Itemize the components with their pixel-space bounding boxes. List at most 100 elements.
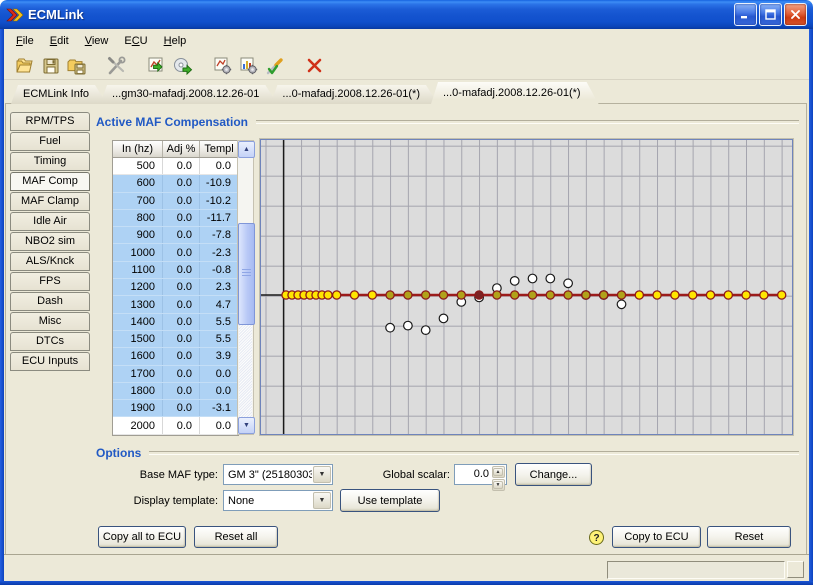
menu-ecu[interactable]: ECU xyxy=(116,33,155,49)
adjustment-point[interactable] xyxy=(404,291,412,299)
menu-view[interactable]: View xyxy=(77,33,117,49)
sidebar-item-fuel[interactable]: Fuel xyxy=(10,132,90,151)
sidebar-item-fps[interactable]: FPS xyxy=(10,272,90,291)
log-settings-icon[interactable] xyxy=(212,55,234,77)
adjustment-point[interactable] xyxy=(422,291,430,299)
adjustment-point[interactable] xyxy=(324,291,332,299)
export-log-icon[interactable] xyxy=(146,55,168,77)
read-ecu-icon[interactable] xyxy=(172,55,194,77)
maf-row-1000[interactable]: 10000.0-2.3 xyxy=(113,244,238,261)
base-maf-type-select[interactable]: GM 3" (25180303) ▼ xyxy=(223,464,333,485)
global-scalar-value[interactable]: 0.0 xyxy=(455,465,492,484)
maf-row-2000[interactable]: 20000.00.0 xyxy=(113,417,238,434)
adjustment-point[interactable] xyxy=(386,291,394,299)
sidebar-item-dash[interactable]: Dash xyxy=(10,292,90,311)
titlebar[interactable]: ECMLink xyxy=(0,0,813,29)
adjustment-point[interactable] xyxy=(724,291,732,299)
display-settings-icon[interactable] xyxy=(238,55,260,77)
adjustment-point[interactable] xyxy=(742,291,750,299)
maf-chart-plot[interactable] xyxy=(261,140,792,434)
adjustment-point[interactable] xyxy=(528,291,536,299)
adjustment-point[interactable] xyxy=(582,291,590,299)
table-scrollbar[interactable]: ▲ ▼ xyxy=(237,140,254,435)
spin-up-button[interactable]: ▲ xyxy=(492,466,505,478)
menu-help[interactable]: Help xyxy=(156,33,195,49)
maf-chart[interactable] xyxy=(260,139,793,435)
sidebar-item-rpm-tps[interactable]: RPM/TPS xyxy=(10,112,90,131)
adjustment-point[interactable] xyxy=(439,291,447,299)
dropdown-button[interactable]: ▼ xyxy=(313,466,331,483)
maf-row-1100[interactable]: 11000.0-0.8 xyxy=(113,261,238,278)
adjustment-point[interactable] xyxy=(511,291,519,299)
save-as-icon[interactable] xyxy=(66,55,88,77)
column-header-adj[interactable]: Adj % xyxy=(163,141,200,158)
change-button[interactable]: Change... xyxy=(515,463,592,486)
adjustment-point[interactable] xyxy=(457,291,465,299)
maf-row-1300[interactable]: 13000.04.7 xyxy=(113,296,238,313)
spin-down-button[interactable]: ▼ xyxy=(492,479,505,491)
sidebar-item-nbo2-sim[interactable]: NBO2 sim xyxy=(10,232,90,251)
sidebar-item-maf-comp[interactable]: MAF Comp xyxy=(10,172,90,191)
maf-row-900[interactable]: 9000.0-7.8 xyxy=(113,227,238,244)
scrollbar-track[interactable] xyxy=(239,324,252,418)
maf-row-1800[interactable]: 18000.00.0 xyxy=(113,382,238,399)
sidebar-item-idle-air[interactable]: Idle Air xyxy=(10,212,90,231)
sidebar-item-timing[interactable]: Timing xyxy=(10,152,90,171)
global-scalar-stepper[interactable]: 0.0 ▲ ▼ xyxy=(454,464,507,485)
tab-3[interactable]: ...0-mafadj.2008.12.26-01(*) xyxy=(431,82,599,104)
adjustment-point[interactable] xyxy=(600,291,608,299)
maf-row-1200[interactable]: 12000.02.3 xyxy=(113,279,238,296)
sidebar-item-misc[interactable]: Misc xyxy=(10,312,90,331)
adjustment-point[interactable] xyxy=(778,291,786,299)
adjustment-point[interactable] xyxy=(671,291,679,299)
resize-grip[interactable] xyxy=(787,561,804,578)
column-header-templ[interactable]: Templ xyxy=(200,141,239,158)
column-header-in-hz[interactable]: In (hz) xyxy=(113,141,163,158)
scrollbar-up-button[interactable]: ▲ xyxy=(238,141,255,158)
copy-to-ecu-button[interactable]: Copy to ECU xyxy=(612,526,701,548)
adjustment-point[interactable] xyxy=(475,291,483,299)
adjustment-point[interactable] xyxy=(689,291,697,299)
reset-button[interactable]: Reset xyxy=(707,526,791,548)
help-icon[interactable]: ? xyxy=(588,529,605,546)
maf-row-1900[interactable]: 19000.0-3.1 xyxy=(113,400,238,417)
open-file-icon[interactable] xyxy=(14,55,36,77)
adjustment-point[interactable] xyxy=(333,291,341,299)
reset-all-button[interactable]: Reset all xyxy=(194,526,278,548)
save-file-icon[interactable] xyxy=(40,55,62,77)
adjustment-point[interactable] xyxy=(368,291,376,299)
adjustment-point[interactable] xyxy=(564,291,572,299)
copy-all-to-ecu-button[interactable]: Copy all to ECU xyxy=(98,526,186,548)
tools-icon[interactable] xyxy=(106,55,128,77)
scrollbar-down-button[interactable]: ▼ xyxy=(238,417,255,434)
maf-row-800[interactable]: 8000.0-11.7 xyxy=(113,209,238,226)
adjustment-point[interactable] xyxy=(760,291,768,299)
tab-2[interactable]: ...0-mafadj.2008.12.26-01(*) xyxy=(270,85,438,104)
adjustment-point[interactable] xyxy=(546,291,554,299)
adjustment-point[interactable] xyxy=(653,291,661,299)
tab-0[interactable]: ECMLink Info xyxy=(11,85,107,104)
minimize-button[interactable] xyxy=(734,3,757,26)
tab-1[interactable]: ...gm30-mafadj.2008.12.26-01 xyxy=(100,85,277,104)
close-button[interactable] xyxy=(784,3,807,26)
adjustment-point[interactable] xyxy=(617,291,625,299)
menu-file[interactable]: File xyxy=(8,33,42,49)
adjustment-point[interactable] xyxy=(350,291,358,299)
maf-row-1500[interactable]: 15000.05.5 xyxy=(113,330,238,347)
maf-row-1700[interactable]: 17000.00.0 xyxy=(113,365,238,382)
adjustment-point[interactable] xyxy=(493,291,501,299)
menu-edit[interactable]: Edit xyxy=(42,33,77,49)
use-template-button[interactable]: Use template xyxy=(340,489,440,512)
maf-row-600[interactable]: 6000.0-10.9 xyxy=(113,175,238,192)
maf-row-500[interactable]: 5000.00.0 xyxy=(113,158,238,175)
dropdown-button[interactable]: ▼ xyxy=(313,492,331,509)
sidebar-item-maf-clamp[interactable]: MAF Clamp xyxy=(10,192,90,211)
disconnect-icon[interactable] xyxy=(304,55,326,77)
adjustment-point[interactable] xyxy=(635,291,643,299)
apply-changes-icon[interactable] xyxy=(264,55,286,77)
maf-row-700[interactable]: 7000.0-10.2 xyxy=(113,192,238,209)
display-template-select[interactable]: None ▼ xyxy=(223,490,333,511)
maf-row-1400[interactable]: 14000.05.5 xyxy=(113,313,238,330)
sidebar-item-als-knck[interactable]: ALS/Knck xyxy=(10,252,90,271)
sidebar-item-dtcs[interactable]: DTCs xyxy=(10,332,90,351)
